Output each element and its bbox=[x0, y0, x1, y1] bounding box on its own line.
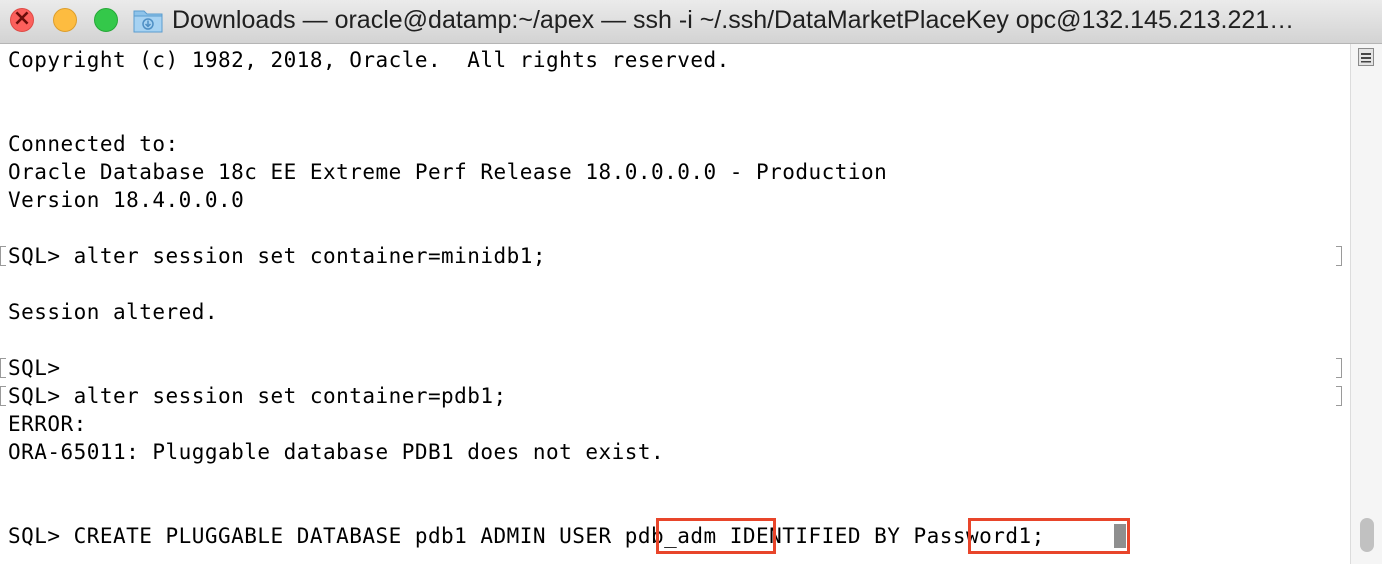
command-mark-right bbox=[1336, 246, 1342, 266]
scroll-menu-icon[interactable] bbox=[1358, 48, 1374, 66]
window-title: Downloads — oracle@datamp:~/apex — ssh -… bbox=[172, 6, 1295, 34]
terminal-line: Copyright (c) 1982, 2018, Oracle. All ri… bbox=[8, 48, 730, 72]
terminal-prompt-line[interactable]: SQL> CREATE PLUGGABLE DATABASE pdb1 ADMI… bbox=[8, 522, 1045, 550]
terminal-cursor bbox=[1114, 524, 1126, 548]
vertical-scrollbar[interactable] bbox=[1350, 44, 1382, 564]
highlight-box-password bbox=[968, 518, 1130, 554]
scroll-thumb[interactable] bbox=[1360, 518, 1374, 552]
folder-downloads-icon bbox=[133, 10, 163, 33]
terminal-line: Version 18.4.0.0.0 bbox=[8, 188, 245, 212]
command-mark-right bbox=[1336, 386, 1342, 406]
close-window-button[interactable] bbox=[10, 6, 34, 32]
terminal-output[interactable]: Copyright (c) 1982, 2018, Oracle. All ri… bbox=[0, 44, 1350, 564]
terminal-line: Oracle Database 18c EE Extreme Perf Rele… bbox=[8, 160, 888, 184]
command-mark-left bbox=[0, 358, 6, 378]
command-mark-left bbox=[0, 246, 6, 266]
highlight-box-pdb-adm bbox=[656, 518, 776, 554]
window-titlebar[interactable]: Downloads — oracle@datamp:~/apex — ssh -… bbox=[0, 0, 1382, 44]
terminal-line: ORA-65011: Pluggable database PDB1 does … bbox=[8, 440, 665, 464]
terminal-line: SQL> alter session set container=pdb1; bbox=[8, 384, 507, 408]
terminal-line: SQL> bbox=[8, 356, 61, 380]
command-mark-right bbox=[1336, 358, 1342, 378]
terminal-line: Connected to: bbox=[8, 132, 179, 156]
terminal-line: Session altered. bbox=[8, 300, 218, 324]
terminal-line: ERROR: bbox=[8, 412, 87, 436]
zoom-window-button[interactable] bbox=[94, 8, 118, 32]
command-mark-left bbox=[0, 386, 6, 406]
minimize-window-button[interactable] bbox=[53, 8, 77, 32]
terminal-line: SQL> alter session set container=minidb1… bbox=[8, 244, 547, 268]
